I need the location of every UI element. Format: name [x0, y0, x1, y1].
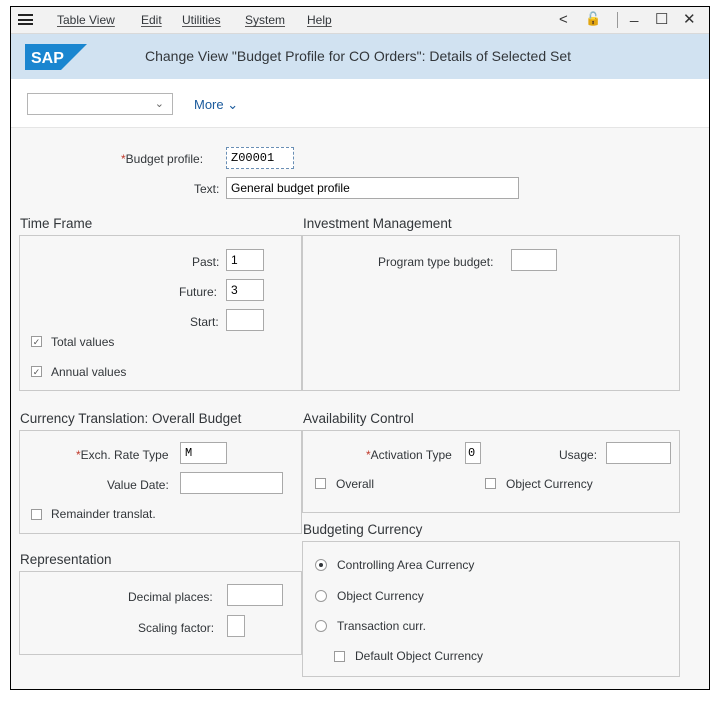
time-frame-title: Time Frame [20, 216, 93, 231]
object-currency-radio[interactable] [315, 590, 327, 602]
transaction-currency-radio[interactable] [315, 620, 327, 632]
sap-logo-text: SAP [31, 50, 64, 67]
value-date-label: Value Date: [107, 478, 169, 492]
remainder-translat-checkbox[interactable] [31, 509, 42, 520]
overall-label: Overall [336, 477, 375, 491]
text-label: Text: [194, 182, 220, 196]
menu-hamburger-icon[interactable] [18, 14, 33, 25]
scaling-factor-label: Scaling factor: [138, 621, 215, 635]
usage-field[interactable] [606, 442, 671, 464]
page-title: Change View "Budget Profile for CO Order… [145, 48, 572, 64]
total-values-label: Total values [51, 335, 115, 349]
activation-type-field[interactable]: 0 [465, 442, 481, 464]
title-bar: SAP Change View "Budget Profile for CO O… [11, 34, 709, 79]
annual-values-checkbox[interactable]: ✓ [31, 366, 42, 377]
chevron-down-icon: ⌄ [154, 98, 164, 110]
usage-label: Usage: [559, 448, 598, 462]
sap-logo: SAP [25, 44, 87, 70]
default-object-currency-label: Default Object Currency [355, 649, 484, 663]
budget-profile-field[interactable]: Z00001 [226, 147, 294, 169]
total-values-checkbox[interactable]: ✓ [31, 336, 42, 347]
start-label: Start: [190, 315, 219, 329]
decimal-places-label: Decimal places: [128, 590, 213, 604]
budget-profile-label: *Budget profile: [121, 152, 204, 166]
more-menu-button[interactable]: More ⌄ [194, 97, 238, 113]
representation-title: Representation [20, 552, 112, 567]
currency-translation-title: Currency Translation: Overall Budget [20, 411, 242, 426]
activation-type-label: *Activation Type [366, 448, 452, 462]
object-currency-checkbox[interactable] [485, 478, 496, 489]
scaling-factor-field[interactable] [227, 615, 245, 637]
object-currency-radio-label: Object Currency [337, 589, 424, 603]
more-label: More [194, 97, 224, 112]
menu-bar: Table View Edit Utilities System Help < … [11, 7, 709, 34]
remainder-translat-label: Remainder translat. [51, 507, 156, 521]
start-field[interactable] [226, 309, 264, 331]
decimal-places-field[interactable] [227, 584, 283, 606]
availability-control-title: Availability Control [303, 411, 414, 426]
value-date-field[interactable] [180, 472, 283, 494]
minimize-icon[interactable]: _ [630, 7, 638, 23]
toolbar: ⌄ More ⌄ [11, 79, 709, 128]
sap-window: Table View Edit Utilities System Help < … [10, 6, 710, 690]
maximize-icon[interactable]: ☐ [655, 10, 668, 28]
program-type-field[interactable] [511, 249, 557, 271]
separator [617, 12, 618, 28]
investment-management-title: Investment Management [303, 216, 452, 231]
text-field[interactable]: General budget profile [226, 177, 519, 199]
program-type-label: Program type budget: [378, 255, 494, 269]
annual-values-label: Annual values [51, 365, 127, 379]
menu-utilities[interactable]: Utilities [182, 13, 221, 27]
exch-rate-label: *Exch. Rate Type [76, 448, 169, 462]
toolbar-select[interactable]: ⌄ [27, 93, 173, 115]
future-field[interactable]: 3 [226, 279, 264, 301]
back-icon[interactable]: < [559, 11, 568, 28]
menu-table-view[interactable]: Table View [57, 13, 115, 27]
exch-rate-field[interactable]: M [180, 442, 227, 464]
menu-edit[interactable]: Edit [141, 13, 162, 27]
close-icon[interactable]: ✕ [683, 10, 696, 28]
past-field[interactable]: 1 [226, 249, 264, 271]
unlock-icon[interactable]: 🔓 [585, 11, 601, 27]
controlling-area-currency-radio[interactable] [315, 559, 327, 571]
budgeting-currency-title: Budgeting Currency [303, 522, 423, 537]
controlling-area-currency-label: Controlling Area Currency [337, 558, 475, 572]
chevron-down-icon: ⌄ [227, 97, 239, 112]
transaction-currency-label: Transaction curr. [337, 619, 426, 633]
overall-checkbox[interactable] [315, 478, 326, 489]
default-object-currency-checkbox[interactable] [334, 651, 345, 662]
menu-system[interactable]: System [245, 13, 285, 27]
future-label: Future: [179, 285, 218, 299]
object-currency-label: Object Currency [506, 477, 593, 491]
past-label: Past: [192, 255, 220, 269]
menu-help[interactable]: Help [307, 13, 332, 27]
